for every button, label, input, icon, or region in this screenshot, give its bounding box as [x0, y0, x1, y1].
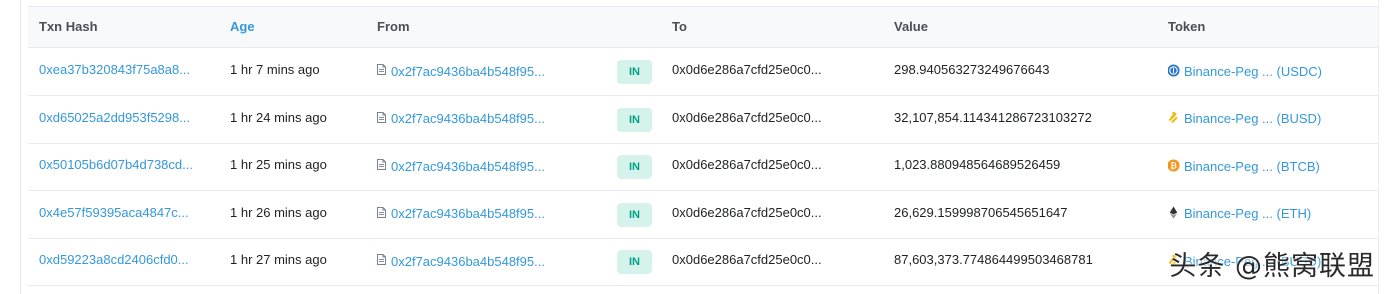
value-text: 1,023.880948564689526459 — [894, 157, 1061, 172]
from-address: 0x2f7ac9436ba4b548f95... — [377, 191, 607, 238]
token-link[interactable]: Binance-Peg ... (ETH) — [1184, 192, 1311, 236]
to-address-text: 0x0d6e286a7cfd25e0c0... — [672, 204, 822, 220]
direction-badge: IN — [617, 60, 652, 84]
from-address-link[interactable]: 0x2f7ac9436ba4b548f95... — [391, 50, 545, 94]
value-text: 32,107,854.114341286723103272 — [894, 109, 1092, 125]
table-row: 0x50105b6d07b4d738cd... 1 hr 25 mins ago 0… — [28, 143, 1378, 191]
to-address-text: 0x0d6e286a7cfd25e0c0... — [672, 62, 822, 77]
token-cell: Binance-Peg ... (USDC) — [1168, 48, 1378, 95]
from-address: 0x2f7ac9436ba4b548f95... — [377, 143, 607, 190]
txn-hash-link[interactable]: 0xd65025a2dd953f5298... — [39, 110, 190, 125]
age-text: 1 hr 26 mins ago — [230, 204, 327, 220]
contract-document-icon — [377, 254, 386, 265]
table-row: 0xea37b320843f75a8a8... 1 hr 7 mins ago 0x… — [28, 48, 1378, 96]
from-address-link[interactable]: 0x2f7ac9436ba4b548f95... — [391, 145, 545, 189]
direction-cell: IN — [617, 48, 657, 95]
direction-cell: IN — [617, 96, 657, 143]
svg-text:₿: ₿ — [1170, 160, 1177, 170]
contract-document-icon — [377, 159, 386, 170]
from-address-link[interactable]: 0x2f7ac9436ba4b548f95... — [391, 192, 545, 236]
value-text: 298.940563273249676643 — [894, 62, 1050, 77]
direction-badge: IN — [617, 155, 652, 179]
value-text: 26,629.159998706545651647 — [894, 204, 1068, 220]
token-cell: ₿ Binance-Peg ... (BTCB) — [1168, 143, 1378, 190]
column-header-to: To — [672, 19, 687, 34]
usdc-icon — [1168, 63, 1184, 77]
to-address-text: 0x0d6e286a7cfd25e0c0... — [672, 109, 822, 125]
table-row: 0xd65025a2dd953f5298... 1 hr 24 mins ago 0… — [28, 96, 1378, 144]
token-link[interactable]: Binance-Peg ... (BTCB) — [1184, 145, 1320, 189]
contract-document-icon — [377, 64, 386, 75]
column-header-from: From — [377, 19, 410, 34]
txn-hash-link[interactable]: 0xea37b320843f75a8a8... — [39, 62, 190, 77]
busd-icon — [1168, 111, 1184, 124]
table-row: 0x4e57f59395aca4847c... 1 hr 26 mins ago 0… — [28, 191, 1378, 239]
age-text: 1 hr 7 mins ago — [230, 62, 320, 77]
direction-badge: IN — [617, 107, 652, 132]
direction-badge: IN — [617, 250, 652, 274]
from-address: 0x2f7ac9436ba4b548f95... — [377, 238, 607, 285]
column-header-txn-hash: Txn Hash — [39, 19, 98, 34]
from-address: 0x2f7ac9436ba4b548f95... — [377, 96, 607, 143]
watermark: 头条 @熊窝联盟 — [1169, 251, 1375, 282]
token-cell: Binance-Peg ... (BUSD) — [1168, 96, 1378, 143]
to-address-text: 0x0d6e286a7cfd25e0c0... — [672, 157, 822, 172]
direction-badge: IN — [617, 202, 652, 227]
from-address-link[interactable]: 0x2f7ac9436ba4b548f95... — [391, 97, 545, 141]
direction-cell: IN — [617, 238, 657, 285]
age-text: 1 hr 25 mins ago — [230, 157, 327, 172]
token-transfers-panel: Txn Hash Age From To Value Token 0xea37b… — [0, 0, 1389, 294]
age-text: 1 hr 24 mins ago — [230, 109, 327, 125]
column-header-value: Value — [894, 19, 928, 34]
column-header-age[interactable]: Age — [230, 19, 255, 34]
token-cell: Binance-Peg ... (ETH) — [1168, 191, 1378, 238]
to-address-text: 0x0d6e286a7cfd25e0c0... — [672, 252, 822, 267]
txn-hash-link[interactable]: 0xd59223a8cd2406cfd0... — [39, 252, 189, 267]
table-header: Txn Hash Age From To Value Token — [28, 6, 1378, 48]
age-text: 1 hr 27 mins ago — [230, 252, 327, 267]
panel-left-border — [20, 0, 21, 294]
panel-right-border — [1378, 0, 1379, 294]
value-text: 87,603,373.774864499503468781 — [894, 252, 1093, 267]
txn-hash-link[interactable]: 0x4e57f59395aca4847c... — [39, 205, 189, 220]
token-link[interactable]: Binance-Peg ... (USDC) — [1184, 50, 1322, 94]
from-address-link[interactable]: 0x2f7ac9436ba4b548f95... — [391, 240, 545, 284]
eth-icon — [1168, 206, 1184, 219]
from-address: 0x2f7ac9436ba4b548f95... — [377, 48, 607, 95]
direction-cell: IN — [617, 143, 657, 190]
btcb-icon: ₿ — [1168, 158, 1184, 172]
column-header-token: Token — [1168, 19, 1206, 34]
txn-hash-link[interactable]: 0x50105b6d07b4d738cd... — [39, 157, 193, 172]
contract-document-icon — [377, 206, 386, 218]
direction-cell: IN — [617, 191, 657, 238]
token-link[interactable]: Binance-Peg ... (BUSD) — [1184, 97, 1321, 141]
contract-document-icon — [377, 111, 386, 123]
